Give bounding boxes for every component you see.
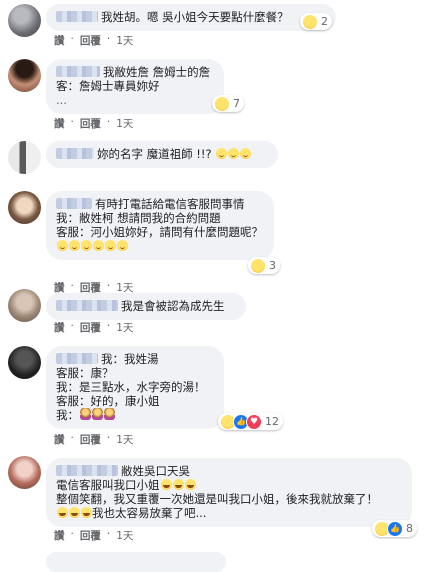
comment-bubble: 有時打電話給電信客服問事情 我：敝姓柯 想請問我的合約問題 客服：河小姐妳好，請… — [46, 191, 274, 260]
comment-bubble — [46, 552, 226, 572]
comment-text: 整個笑翻，我又重覆一次她還是叫我口小姐，後來我就放棄了！ — [56, 492, 378, 506]
reaction-count: 12 — [265, 415, 279, 428]
comment-bubble: 我敝姓詹 詹姆士的詹 客：詹姆士專員妳好 ... — [46, 59, 224, 114]
avatar[interactable] — [8, 289, 41, 322]
comment-text: 我： — [56, 408, 79, 422]
comment-text: 客服：好的，康小姐 — [56, 394, 160, 408]
reply-button[interactable]: 回覆 — [80, 528, 101, 543]
smiling-face-emoji — [240, 148, 252, 159]
commenter-name[interactable] — [56, 465, 118, 476]
timestamp[interactable]: 1天 — [116, 33, 133, 48]
commenter-name[interactable] — [56, 11, 98, 22]
comment-text: 我：我姓湯 — [101, 352, 159, 366]
comment-actions: 讚 · 回覆 · 1天 — [54, 33, 134, 48]
laughing-face-emoji — [184, 479, 196, 490]
avatar[interactable] — [8, 141, 41, 174]
comment-bubble: 我是會被認為成先生 — [46, 293, 246, 320]
comment-bubble: 敝姓吳口天吳 電信客服叫我口小姐 整個笑翻，我又重覆一次她還是叫我口小姐，後來我… — [46, 458, 412, 527]
comment-text: 我：敝姓柯 想請問我的合約問題 — [56, 211, 221, 225]
timestamp[interactable]: 1天 — [116, 432, 133, 447]
reaction-count: 7 — [233, 97, 240, 110]
comment-actions: 讚 · 回覆 · 1天 — [54, 320, 134, 335]
comment-text: 客：詹姆士專員妳好 — [56, 79, 160, 93]
haha-reaction-icon — [214, 95, 230, 112]
reaction-summary[interactable]: 12 — [218, 413, 283, 430]
rofl-face-emoji — [81, 507, 92, 518]
reaction-summary[interactable]: 2 — [300, 13, 332, 30]
comment-text: 客服：康？ — [56, 366, 114, 380]
reply-button[interactable]: 回覆 — [80, 320, 101, 335]
haha-reaction-icon — [302, 13, 318, 30]
commenter-name[interactable] — [56, 66, 100, 77]
smiling-face-emoji — [69, 240, 80, 251]
heart-icon — [246, 413, 262, 430]
reply-button[interactable]: 回覆 — [80, 116, 101, 131]
commenter-name[interactable] — [56, 148, 94, 159]
comment-actions: 讚 · 回覆 · 1天 — [54, 528, 134, 543]
timestamp[interactable]: 1天 — [116, 116, 133, 131]
haha-reaction-icon — [250, 257, 266, 274]
woman-facepalming-emoji — [80, 408, 91, 420]
like-button[interactable]: 讚 — [54, 320, 65, 335]
comment-actions: 讚 · 回覆 · 1天 — [54, 116, 134, 131]
avatar[interactable] — [8, 191, 41, 224]
reply-button[interactable]: 回覆 — [80, 432, 101, 447]
rofl-face-emoji — [57, 507, 68, 518]
comment-text: 我也太容易放棄了吧... — [92, 506, 207, 520]
avatar[interactable] — [8, 456, 41, 489]
comment-text: 我姓胡。嗯 吳小姐今天要點什麼餐？ — [101, 10, 289, 24]
woman-facepalming-emoji — [92, 408, 103, 420]
like-button[interactable]: 讚 — [54, 116, 65, 131]
comment-text: 我：是三點水，水字旁的湯！ — [56, 380, 206, 394]
smiling-face-emoji — [93, 240, 104, 251]
comment-text: 我是會被認為成先生 — [121, 299, 225, 313]
smiling-face-emoji — [228, 148, 240, 159]
timestamp[interactable]: 1天 — [116, 528, 133, 543]
reply-button[interactable]: 回覆 — [80, 33, 101, 48]
laughing-face-emoji — [160, 479, 172, 490]
smiling-face-emoji — [105, 240, 116, 251]
comment-text: 我敝姓詹 詹姆士的詹 — [103, 65, 211, 79]
commenter-name[interactable] — [56, 300, 118, 311]
comment-text: 妳的名字 魔道祖師 !!? — [97, 147, 212, 161]
avatar[interactable] — [8, 59, 41, 92]
comment-text: 敝姓吳口天吳 — [121, 464, 190, 478]
comment-text: 電信客服叫我口小姐 — [56, 478, 160, 492]
reaction-count: 3 — [269, 259, 276, 272]
reaction-count: 8 — [406, 522, 413, 535]
like-button[interactable]: 讚 — [54, 33, 65, 48]
reaction-count: 2 — [321, 15, 328, 28]
smiling-face-emoji — [117, 240, 128, 251]
reaction-summary[interactable]: 3 — [248, 257, 280, 274]
smiling-face-emoji — [57, 240, 68, 251]
comment-bubble: 我姓胡。嗯 吳小姐今天要點什麼餐？ — [46, 4, 336, 31]
smiling-face-emoji — [216, 148, 228, 159]
smiling-face-emoji — [81, 240, 92, 251]
comment-actions: 讚 · 回覆 · 1天 — [54, 432, 134, 447]
comment-text: 客服：河小姐妳好，請問有什麼問題呢？ — [56, 225, 263, 239]
rofl-face-emoji — [69, 507, 80, 518]
woman-facepalming-emoji — [104, 408, 115, 420]
timestamp[interactable]: 1天 — [116, 320, 133, 335]
commenter-name[interactable] — [56, 353, 98, 364]
avatar[interactable] — [8, 346, 41, 379]
like-button[interactable]: 讚 — [54, 528, 65, 543]
reaction-summary[interactable]: 8 — [372, 520, 417, 537]
thumbs-up-icon — [387, 520, 403, 537]
reaction-summary[interactable]: 7 — [212, 95, 244, 112]
like-button[interactable]: 讚 — [54, 432, 65, 447]
comment-bubble: 我：我姓湯 客服：康？ 我：是三點水，水字旁的湯！ 客服：好的，康小姐 我： — [46, 346, 224, 429]
comment-text: ... — [56, 93, 67, 107]
avatar[interactable] — [8, 4, 41, 37]
comment-text: 有時打電話給電信客服問事情 — [95, 197, 245, 211]
commenter-name[interactable] — [56, 198, 92, 209]
comment-bubble: 妳的名字 魔道祖師 !!? — [46, 141, 278, 168]
laughing-face-emoji — [172, 479, 184, 490]
